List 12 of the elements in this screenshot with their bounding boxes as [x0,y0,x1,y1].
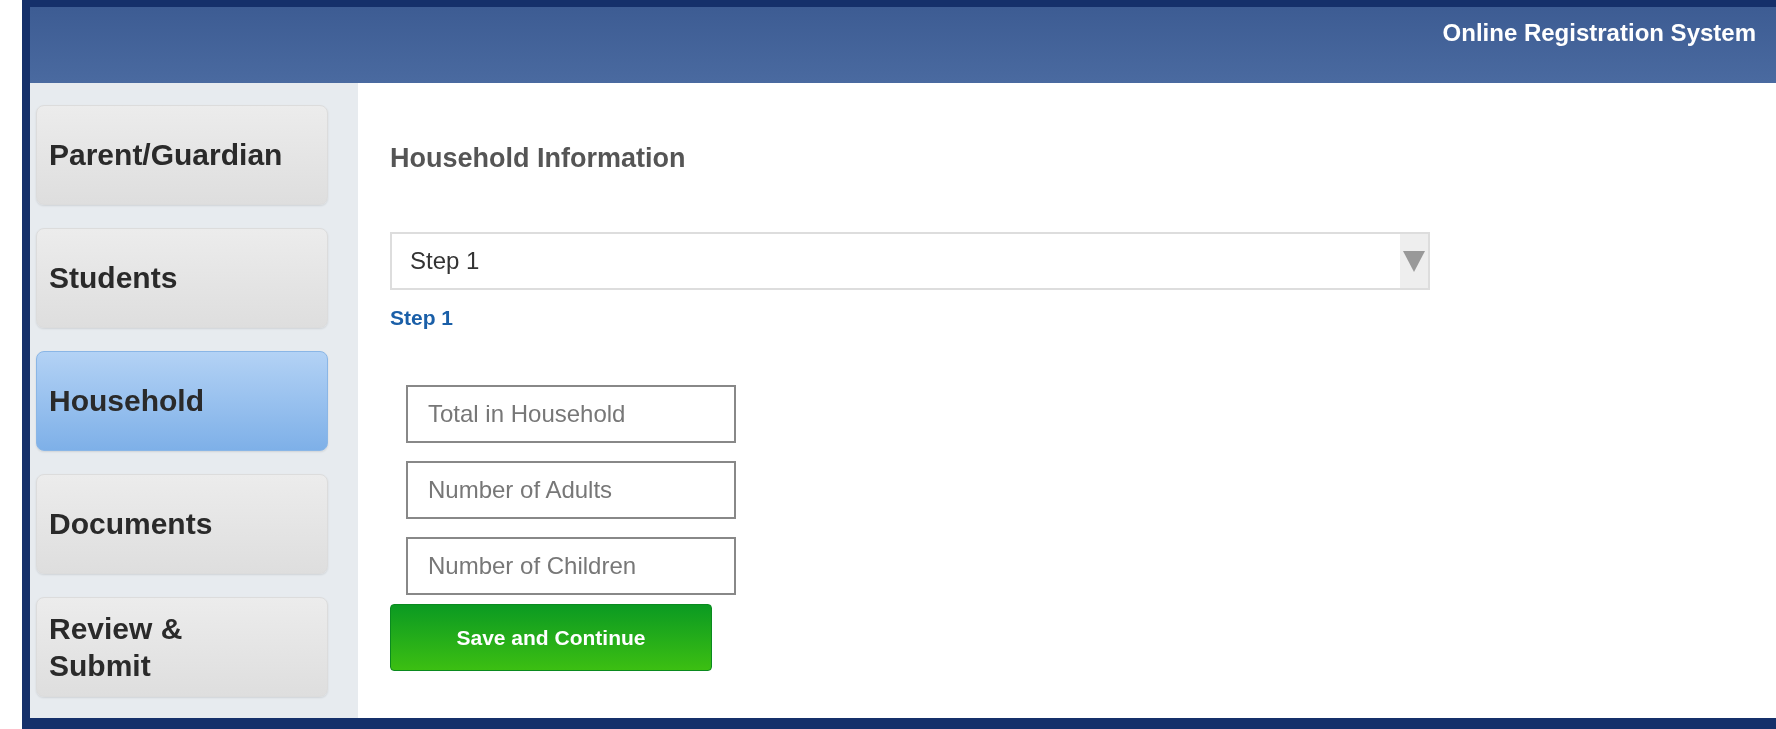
sidebar-tab[interactable]: Students [36,228,328,328]
step-dropdown[interactable]: Step 1 [390,232,1430,290]
section-heading: Household Information [390,143,686,174]
sidebar-tab[interactable]: Review & Submit [36,597,328,697]
app-title: Online Registration System [1442,19,1756,47]
number-input-field[interactable]: Total in Household [406,385,736,443]
sidebar-tab[interactable]: Household [36,351,328,451]
sidebar-tab[interactable]: Documents [36,474,328,574]
number-input-field[interactable]: Number of Adults [406,461,736,519]
sidebar-tab[interactable]: Parent/Guardian [36,105,328,205]
number-input-field[interactable]: Number of Children [406,537,736,595]
step-label: Step 1 [390,306,454,330]
